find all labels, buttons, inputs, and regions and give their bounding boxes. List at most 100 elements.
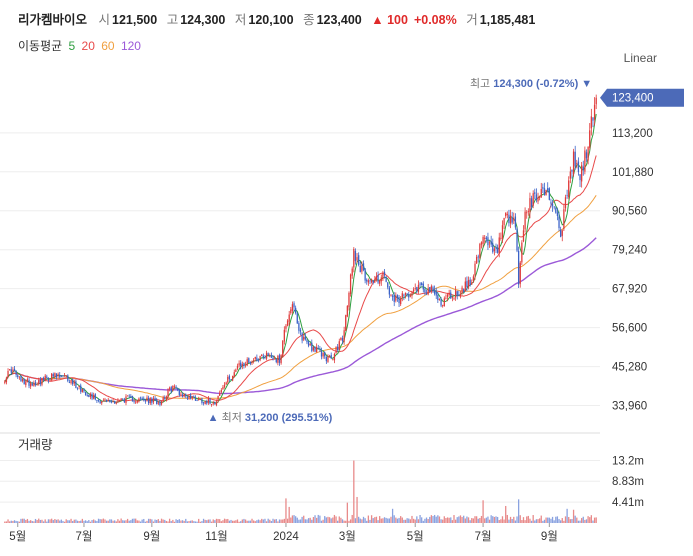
volume-bar — [406, 518, 408, 523]
volume-bar — [581, 518, 583, 523]
volume-bar — [438, 516, 441, 523]
volume-bar — [506, 514, 508, 523]
volume-bars — [4, 460, 597, 523]
volume-bar — [244, 519, 247, 523]
volume-bar — [52, 520, 54, 523]
candle-body — [191, 396, 193, 399]
volume-bar — [367, 515, 370, 523]
volume-bar — [301, 516, 303, 523]
candle-body — [379, 280, 381, 284]
candle-body — [89, 393, 92, 397]
candle-body — [105, 399, 108, 402]
candle-body — [406, 293, 408, 295]
volume-bar — [382, 518, 384, 523]
candle-body — [157, 402, 159, 404]
candle-body — [194, 397, 197, 401]
volume-bar — [130, 520, 132, 523]
volume-bar — [262, 519, 264, 523]
volume-bar — [65, 519, 67, 523]
candle-body — [333, 354, 336, 361]
candle-body — [5, 377, 8, 383]
candle-body — [39, 379, 42, 385]
volume-bar — [102, 518, 105, 523]
volume-bar — [214, 520, 216, 523]
volume-bar — [7, 519, 9, 523]
candle-body — [193, 396, 195, 398]
candle-body — [513, 218, 515, 221]
volume-bar — [12, 520, 14, 523]
candle-body — [589, 130, 591, 148]
candle-body — [466, 281, 468, 288]
candle-body — [482, 236, 484, 244]
candle-body — [526, 212, 528, 214]
price-chart[interactable]: 113,200 101,880 90,560 79,240 67,920 56,600 45… — [0, 0, 693, 556]
candle-body — [309, 343, 311, 345]
volume-bar — [563, 520, 565, 523]
candle-body — [46, 376, 48, 378]
candle-body — [590, 116, 592, 129]
candle-body — [480, 242, 483, 245]
volume-bar — [332, 517, 334, 523]
candle-body — [306, 340, 308, 343]
candle-body — [175, 386, 177, 389]
candle-body — [393, 295, 395, 302]
volume-bar — [383, 517, 386, 523]
volume-bar — [320, 520, 323, 523]
candle-body — [516, 228, 518, 251]
time-tick: 9월 — [143, 530, 160, 543]
volume-bar — [307, 518, 310, 523]
volume-bar — [534, 520, 536, 523]
candle-body — [509, 215, 512, 224]
candle-body — [133, 400, 135, 402]
volume-bar — [136, 520, 138, 523]
candle-body — [31, 383, 33, 386]
candle-body — [298, 323, 300, 331]
candle-body — [144, 399, 147, 402]
volume-bar — [78, 520, 80, 523]
volume-bar — [556, 516, 559, 523]
candle-body — [519, 262, 521, 284]
volume-bar — [13, 520, 16, 523]
candle-body — [587, 146, 589, 161]
volume-bar — [467, 517, 470, 523]
candle-body — [264, 357, 266, 358]
volume-bar — [477, 518, 479, 523]
volume-bar — [306, 519, 308, 523]
candle-body — [67, 375, 69, 382]
price-tick: 56,600 — [612, 323, 647, 335]
candle-body — [432, 287, 434, 292]
volume-bar — [34, 518, 37, 523]
volume-bar — [526, 516, 528, 523]
volume-bar — [398, 517, 400, 523]
candle-body — [81, 388, 84, 393]
grid-lines — [0, 132, 600, 407]
volume-bar — [433, 514, 436, 523]
candle-body — [524, 211, 526, 230]
volume-bar — [198, 518, 200, 523]
volume-bar — [314, 515, 316, 523]
volume-bar — [453, 515, 455, 523]
volume-bar — [537, 519, 539, 523]
volume-bar — [542, 520, 544, 523]
volume-bar — [249, 520, 252, 523]
candle-body — [440, 299, 442, 306]
volume-bar — [366, 520, 368, 523]
volume-bar — [30, 520, 32, 523]
volume-bar — [348, 520, 350, 523]
candle-body — [196, 400, 198, 402]
volume-tick: 4.41m — [612, 497, 644, 509]
volume-bar — [574, 515, 576, 523]
volume-bar — [471, 518, 473, 523]
volume-bar — [558, 519, 560, 523]
annotations: 최고 124,300 (-0.72%) ▼ ▲ 최저 31,200 (295.51… — [208, 77, 593, 424]
volume-bar — [369, 519, 371, 523]
volume-bar — [589, 517, 591, 523]
candle-body — [425, 293, 428, 294]
candle-body — [369, 280, 371, 282]
candle-body — [429, 287, 431, 292]
candle-body — [312, 347, 315, 351]
candle-body — [477, 256, 479, 258]
volume-bar — [68, 520, 71, 523]
candle-body — [299, 329, 302, 332]
volume-bar — [550, 518, 552, 523]
